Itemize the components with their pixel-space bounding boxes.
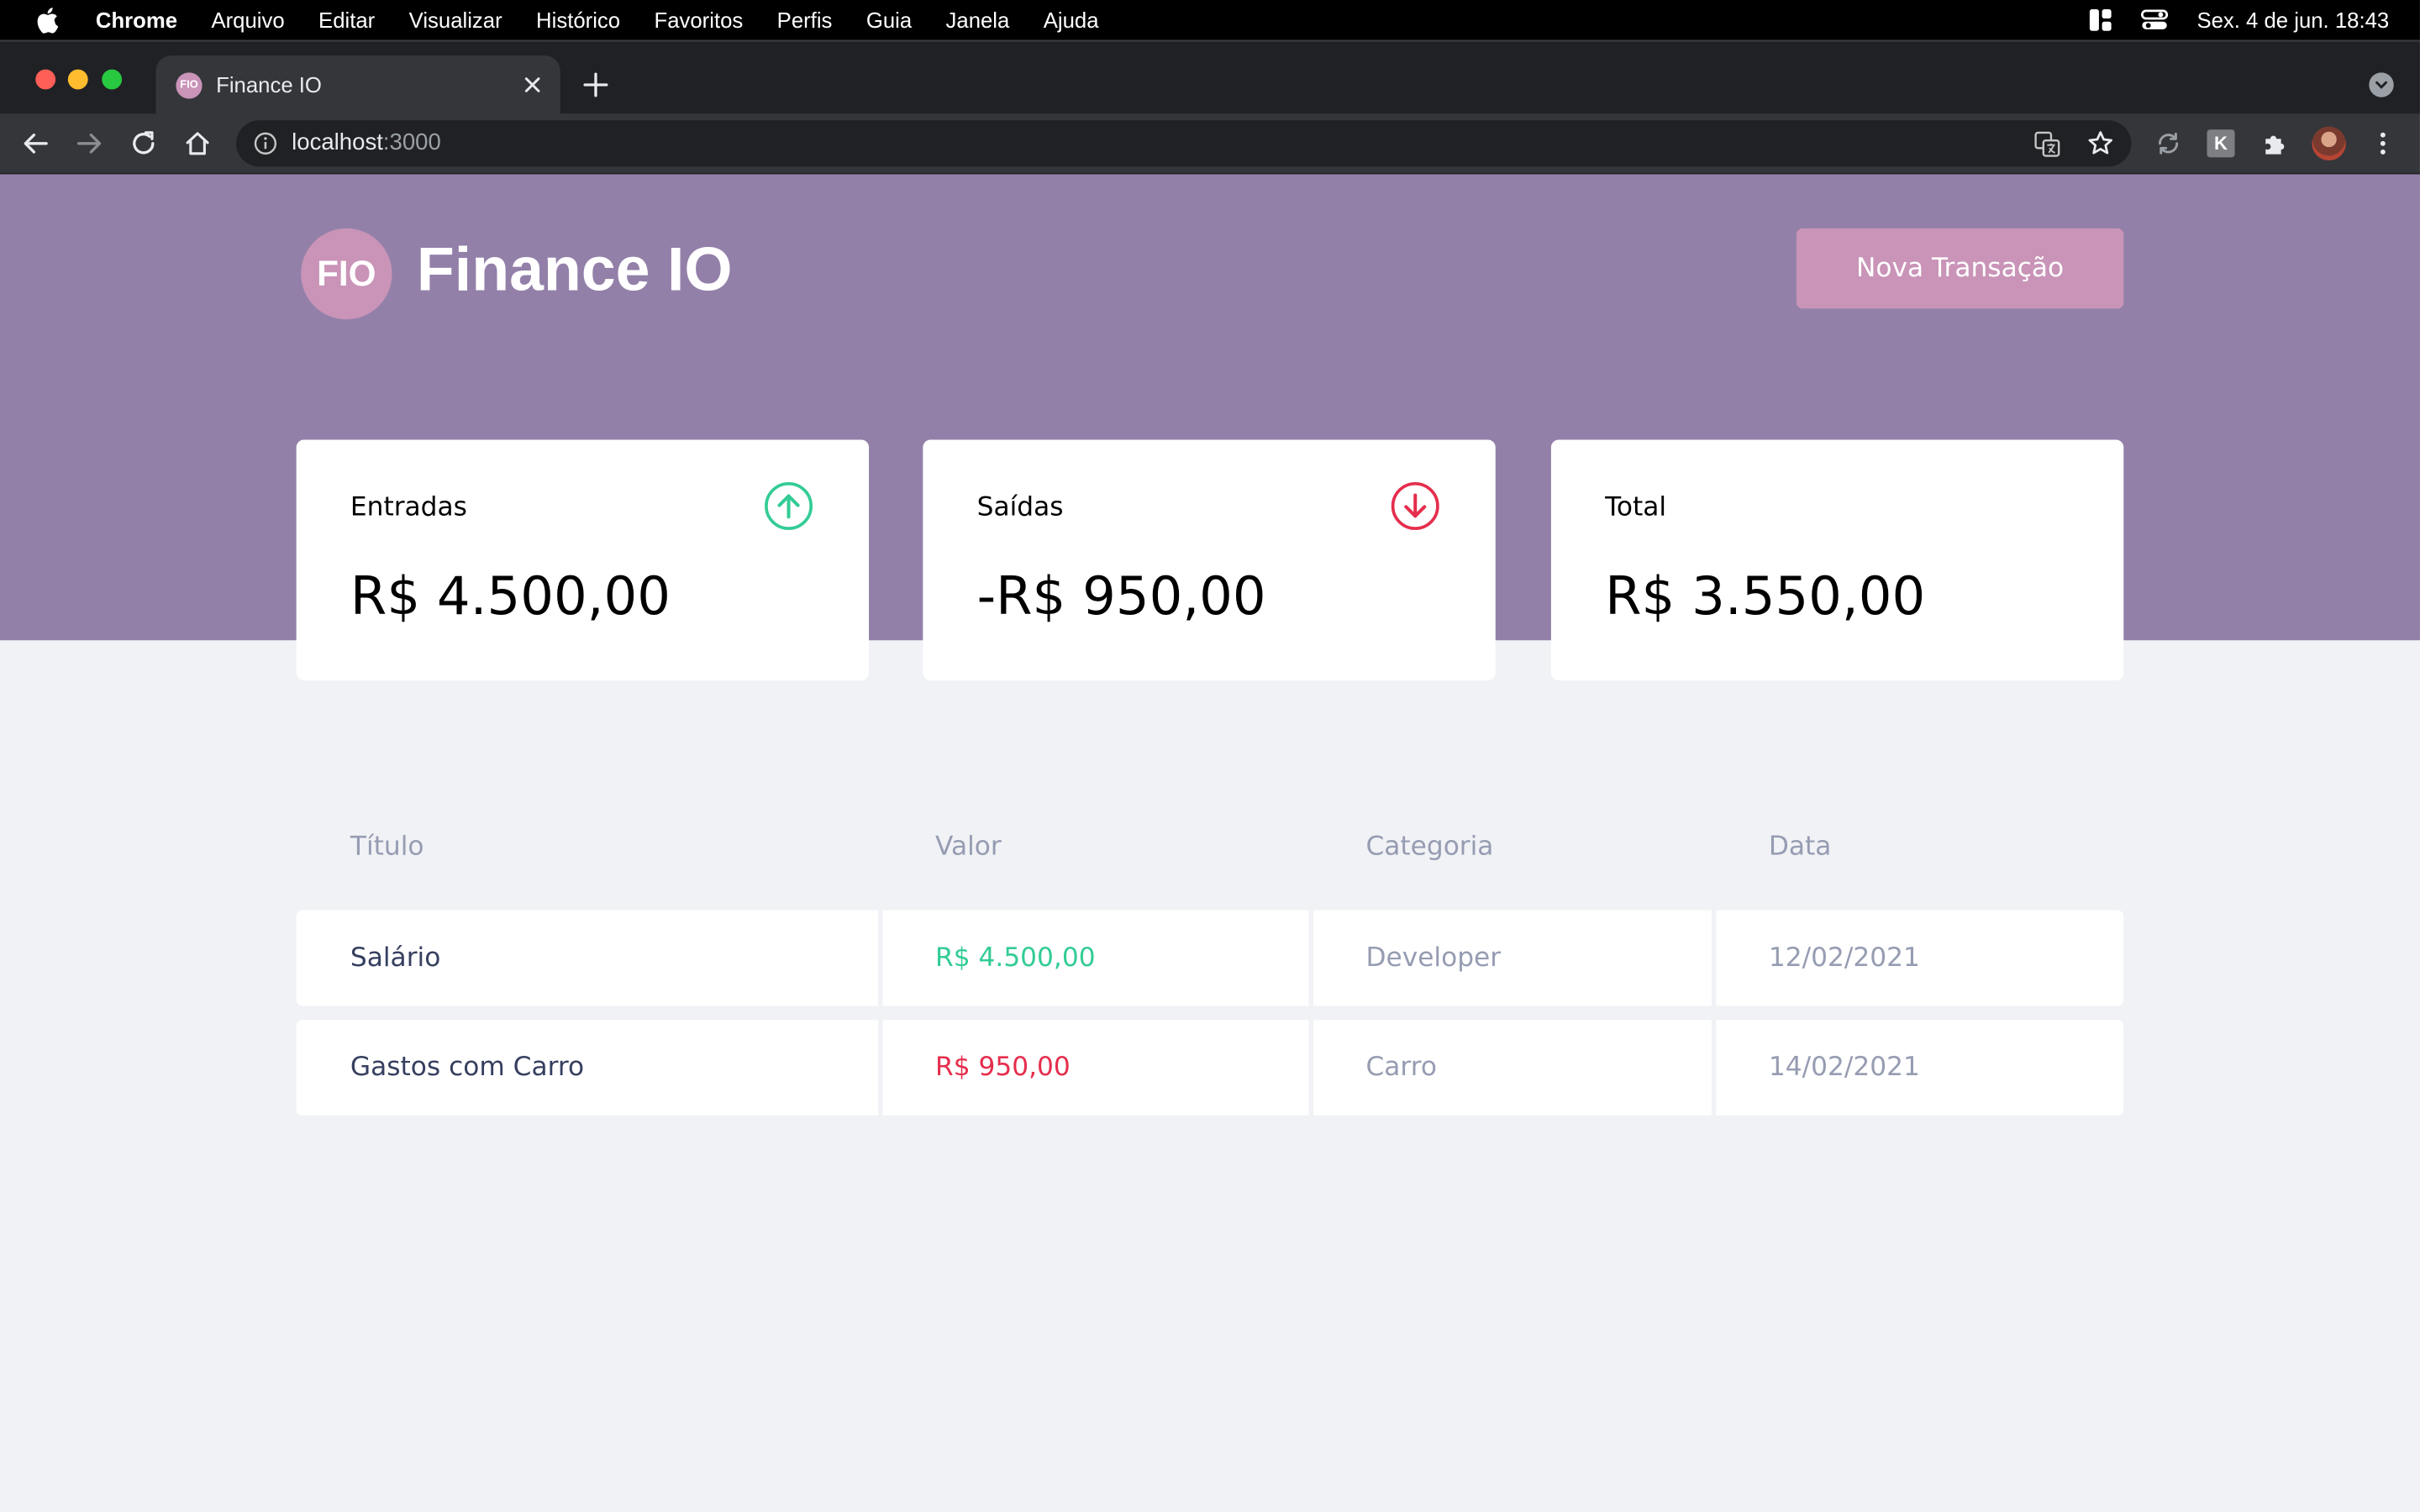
menu-clock[interactable]: Sex. 4 de jun. 18:43	[2196, 8, 2389, 32]
more-menu-icon[interactable]	[2367, 128, 2398, 159]
row-title: Gastos com Carro	[296, 1020, 879, 1116]
apple-logo-icon[interactable]	[34, 6, 59, 34]
arrow-up-circle-icon	[765, 481, 813, 530]
menu-historico[interactable]: Histórico	[536, 8, 620, 32]
menu-editar[interactable]: Editar	[318, 8, 375, 32]
outcome-label: Saídas	[976, 491, 1064, 523]
control-center-icon[interactable]	[2141, 8, 2169, 32]
bookmark-star-icon[interactable]	[2086, 129, 2114, 157]
close-tab-icon[interactable]	[520, 72, 544, 97]
translate-icon[interactable]	[2034, 131, 2060, 157]
menu-ajuda[interactable]: Ajuda	[1044, 8, 1099, 32]
table-row: Gastos com Carro R$ 950,00 Carro 14/02/2…	[296, 1020, 2124, 1116]
income-label: Entradas	[350, 491, 467, 523]
menu-app-name[interactable]: Chrome	[96, 8, 177, 32]
row-amount-income: R$ 4.500,00	[882, 910, 1309, 1006]
header-amount: Valor	[935, 831, 1002, 863]
outcome-value: -R$ 950,00	[976, 566, 1266, 628]
window-zoom-button[interactable]	[102, 69, 123, 90]
sync-extension-icon[interactable]	[2153, 128, 2184, 159]
tab-search-icon[interactable]	[2369, 72, 2394, 97]
row-date: 12/02/2021	[1716, 910, 2124, 1006]
arrow-down-circle-icon	[1391, 481, 1439, 530]
total-value: R$ 3.550,00	[1605, 566, 1926, 628]
row-amount-outcome: R$ 950,00	[882, 1020, 1309, 1116]
profile-avatar[interactable]	[2312, 126, 2346, 161]
window-layout-icon[interactable]	[2089, 8, 2113, 32]
address-url[interactable]: localhost:3000	[292, 129, 441, 155]
new-transaction-button[interactable]: Nova Transação	[1796, 228, 2124, 309]
screen: Chrome Arquivo Editar Visualizar Históri…	[0, 0, 2420, 1512]
menu-items: Chrome Arquivo Editar Visualizar Históri…	[96, 0, 1133, 40]
header-title: Título	[350, 831, 424, 863]
app-title: Finance IO	[416, 236, 733, 304]
new-tab-icon[interactable]	[581, 70, 612, 101]
row-date: 14/02/2021	[1716, 1020, 2124, 1116]
header-date: Data	[1768, 831, 1832, 863]
menu-arquivo[interactable]: Arquivo	[211, 8, 284, 32]
tab-title: Finance IO	[216, 72, 322, 97]
browser-tab-strip: FIO Finance IO	[0, 39, 2420, 116]
menu-visualizar[interactable]: Visualizar	[409, 8, 502, 32]
row-title: Salário	[296, 910, 879, 1006]
forward-arrow-icon[interactable]	[74, 128, 105, 159]
url-host: localhost	[292, 129, 383, 156]
row-category: Carro	[1313, 1020, 1712, 1116]
window-minimize-button[interactable]	[67, 69, 88, 90]
reload-icon[interactable]	[128, 128, 159, 159]
home-icon[interactable]	[182, 128, 213, 159]
row-category: Developer	[1313, 910, 1712, 1006]
extensions-puzzle-icon[interactable]	[2260, 128, 2291, 159]
menu-status-area: Sex. 4 de jun. 18:43	[2089, 0, 2389, 40]
browser-tab-finance-io[interactable]: FIO Finance IO	[155, 55, 560, 116]
k-extension-icon[interactable]: K	[2207, 129, 2235, 158]
address-bar[interactable]: localhost:3000	[236, 120, 2132, 167]
back-arrow-icon[interactable]	[20, 128, 51, 159]
menu-guia[interactable]: Guia	[866, 8, 912, 32]
menu-perfis[interactable]: Perfis	[777, 8, 833, 32]
table-row: Salário R$ 4.500,00 Developer 12/02/2021	[296, 910, 2124, 1006]
url-port: :3000	[382, 129, 441, 156]
income-summary-card: Entradas R$ 4.500,00	[296, 439, 870, 680]
app-logo: FIO	[301, 228, 392, 320]
header-category: Categoria	[1365, 831, 1494, 863]
window-close-button[interactable]	[35, 69, 56, 90]
total-summary-card: Total R$ 3.550,00	[1550, 439, 2124, 680]
outcome-summary-card: Saídas -R$ 950,00	[923, 439, 1496, 680]
menu-favoritos[interactable]: Favoritos	[655, 8, 744, 32]
income-value: R$ 4.500,00	[350, 566, 671, 628]
total-label: Total	[1605, 491, 1667, 523]
macos-menu-bar: Chrome Arquivo Editar Visualizar Históri…	[0, 0, 2420, 40]
tab-favicon: FIO	[176, 72, 203, 99]
menu-janela[interactable]: Janela	[946, 8, 1010, 32]
page-content: FIO Finance IO Nova Transação Entradas R…	[0, 174, 2420, 1512]
browser-toolbar: localhost:3000 K	[0, 113, 2420, 175]
site-info-icon[interactable]	[253, 131, 277, 155]
